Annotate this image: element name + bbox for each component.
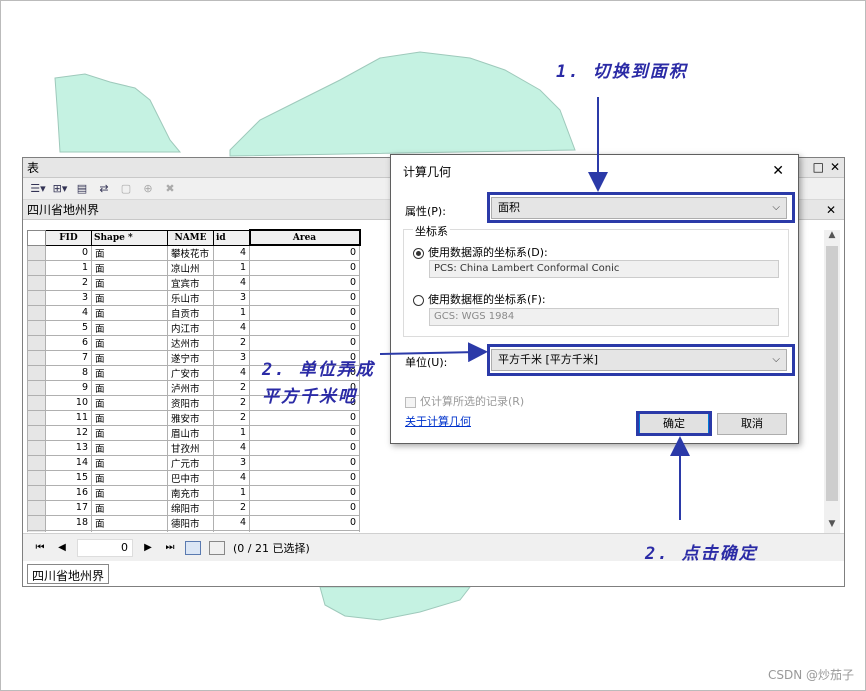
annotation-step1: 1. 切换到面积 (556, 62, 688, 82)
coordinate-system-group-label: 坐标系 (413, 223, 450, 239)
annotation-step2-unit-line2: 平方千米吧 (262, 387, 357, 407)
annotation-step2-ok: 2. 点击确定 (645, 544, 758, 564)
watermark: CSDN @炒茄子 (767, 668, 854, 682)
annotation-arrows (379, 97, 690, 520)
annotation-step2-unit-line1: 2. 单位弄成 (262, 360, 375, 380)
arrow-to-unit (379, 342, 488, 363)
